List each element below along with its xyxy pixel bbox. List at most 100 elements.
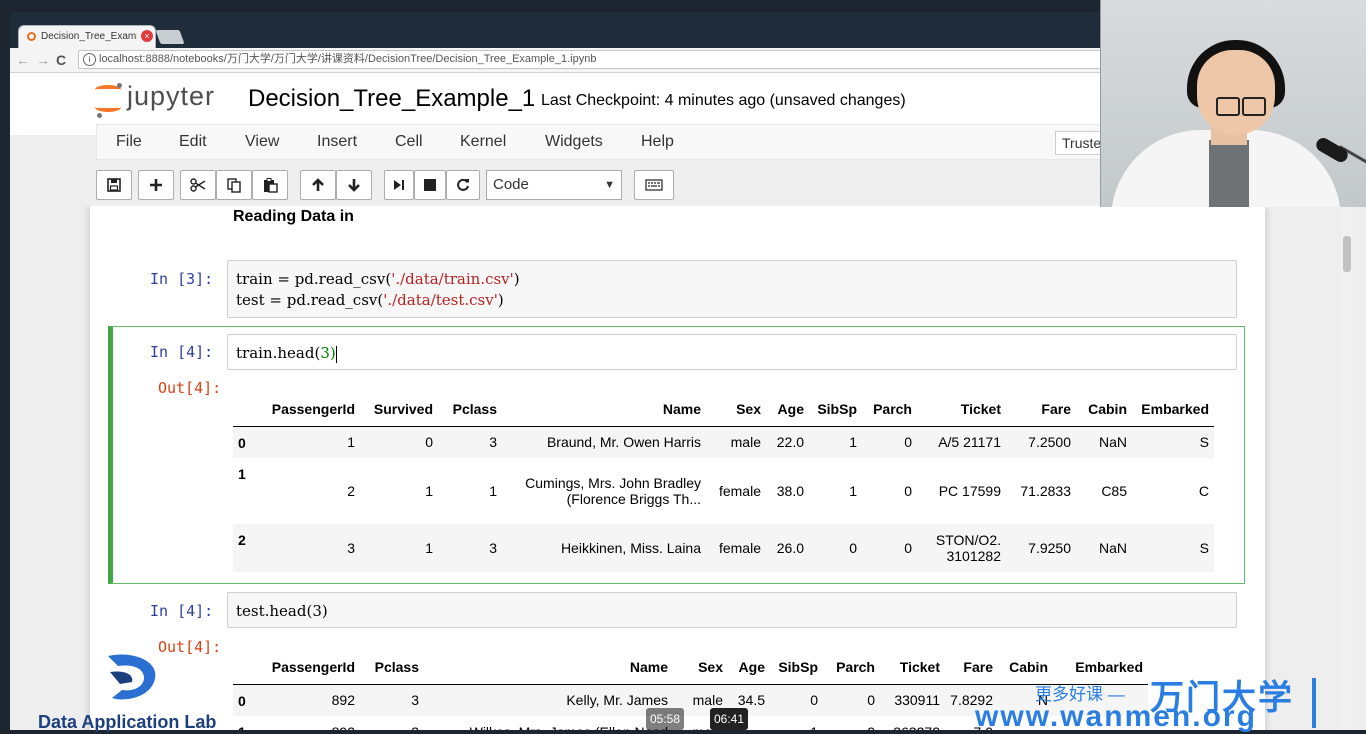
run-button[interactable] [384, 170, 414, 200]
column-header: SibSp [778, 658, 818, 675]
keyboard-icon [645, 179, 663, 191]
menu-cell[interactable]: Cell [395, 133, 423, 151]
table-cell: Braund, Mr. Owen Harris [546, 434, 701, 451]
webcam-overlay [1100, 0, 1366, 207]
code-line: test.head(3) [236, 602, 328, 620]
table-cell: 7.2500 [1028, 434, 1071, 451]
menu-insert[interactable]: Insert [317, 133, 357, 151]
command-palette-button[interactable] [634, 170, 674, 200]
forward-icon[interactable]: → [36, 51, 50, 69]
table-cell: 1 [425, 483, 433, 499]
move-up-button[interactable] [300, 170, 336, 200]
code-cell-editor[interactable]: test.head(3) [227, 592, 1237, 628]
presenter-shirt [1209, 140, 1249, 207]
table-cell: Heikkinen, Miss. Laina [560, 540, 701, 556]
text-cursor [335, 345, 337, 363]
input-prompt: In [4]: [150, 602, 214, 620]
column-header: Ticket [960, 400, 1001, 417]
glasses-icon [1242, 97, 1266, 116]
step-forward-icon [394, 180, 404, 191]
notebook-name[interactable]: Decision_Tree_Example_1 [248, 85, 535, 113]
table-cell: S [1199, 434, 1209, 451]
table-cell: 3 [411, 692, 419, 709]
move-down-button[interactable] [336, 170, 372, 200]
table-cell: male [730, 434, 761, 451]
menu-view[interactable]: View [245, 133, 279, 151]
reload-icon[interactable]: C [56, 51, 66, 69]
tab-close-icon[interactable]: × [141, 30, 153, 42]
column-header: Fare [963, 658, 993, 675]
insert-cell-button[interactable] [138, 170, 174, 200]
column-header: Fare [1041, 400, 1071, 417]
table-cell: 0 [425, 434, 433, 451]
column-header: Embarked [1141, 400, 1209, 417]
back-icon[interactable]: ← [16, 51, 30, 69]
column-header: Sex [698, 658, 723, 675]
watermark-divider [1312, 678, 1316, 728]
train-dataframe-table: PassengerId Survived Pclass Name Sex Age… [233, 392, 1214, 572]
table-cell: 0 [904, 540, 912, 556]
table-cell: C85 [1101, 483, 1127, 499]
paste-icon [263, 177, 278, 193]
table-cell: 7.9250 [1028, 540, 1071, 556]
table-cell: 0 [849, 540, 857, 556]
glasses-icon [1216, 97, 1240, 116]
url-input[interactable]: i localhost:8888/notebooks/万门大学/万门大学/讲课资… [78, 50, 1118, 69]
table-row: 1 2 1 1 Cumings, Mrs. John Bradley (Flor… [233, 458, 1214, 524]
table-cell: Wilkes, Mrs. James (Ellen Need [424, 716, 673, 730]
code-cell-editor[interactable]: train = pd.read_csv('./data/train.csv') … [227, 260, 1237, 318]
input-prompt: In [3]: [150, 270, 214, 288]
menu-file[interactable]: File [116, 133, 142, 151]
logo-text: jupyter [127, 81, 216, 111]
table-cell: 1 [347, 434, 355, 451]
markdown-heading: Reading Data in [233, 208, 354, 225]
code-cell-editor[interactable]: train.head(3) [227, 334, 1237, 370]
tab-title: Decision_Tree_Example [41, 31, 137, 42]
table-row: 2 3 1 3 Heikkinen, Miss. Laina female 26… [233, 524, 1214, 572]
logo-dot-icon [97, 113, 102, 118]
save-button[interactable] [96, 170, 132, 200]
menu-edit[interactable]: Edit [179, 133, 207, 151]
table-cell: female [718, 540, 761, 556]
site-info-icon[interactable]: i [83, 53, 96, 66]
code-line: train = pd.read_csv('./data/train.csv') [236, 270, 520, 288]
paste-button[interactable] [252, 170, 288, 200]
site-url-text: www.wanmen.org [975, 700, 1257, 733]
column-header: Parch [873, 400, 912, 417]
menu-kernel[interactable]: Kernel [460, 133, 506, 151]
table-cell: 26.0 [776, 540, 804, 556]
cell-type-value: Code [493, 176, 529, 193]
caret-down-icon: ▼ [604, 179, 615, 191]
page-scrollbar[interactable] [1341, 206, 1353, 730]
table-cell: 1 [849, 483, 857, 499]
table-cell: 2 [347, 483, 355, 499]
jupyter-favicon-icon [27, 32, 36, 41]
menu-widgets[interactable]: Widgets [545, 133, 603, 151]
url-text: localhost:8888/notebooks/万门大学/万门大学/讲课资料/… [99, 53, 597, 65]
scrollbar-thumb[interactable] [1343, 236, 1351, 272]
save-icon [107, 178, 121, 192]
cell-type-select[interactable]: Code ▼ [486, 170, 622, 200]
menu-help[interactable]: Help [641, 133, 674, 151]
jupyter-logo[interactable]: jupyter [95, 81, 225, 121]
table-row: 0 1 0 3 Braund, Mr. Owen Harris male 22.… [233, 426, 1214, 458]
new-tab-button[interactable] [155, 30, 185, 44]
cut-button[interactable] [180, 170, 216, 200]
restart-button[interactable] [446, 170, 480, 200]
column-header: PassengerId [271, 658, 355, 675]
presenter-face [1197, 50, 1275, 135]
interrupt-button[interactable] [414, 170, 446, 200]
browser-tab[interactable]: Decision_Tree_Example × [18, 25, 156, 48]
arrow-down-icon [348, 179, 360, 192]
table-cell: 38.0 [776, 483, 804, 499]
column-header: Pclass [374, 658, 419, 675]
copy-button[interactable] [216, 170, 252, 200]
column-header: PassengerId [271, 400, 355, 417]
table-cell: 3 [489, 540, 497, 556]
table-header-row: PassengerId Survived Pclass Name Sex Age… [233, 392, 1214, 426]
video-current-time: 05:58 [646, 708, 685, 730]
restart-icon [457, 178, 469, 191]
table-cell: 71.2833 [1020, 483, 1071, 499]
code-line: train.head(3) [236, 344, 337, 363]
row-index: 0 [238, 434, 246, 451]
